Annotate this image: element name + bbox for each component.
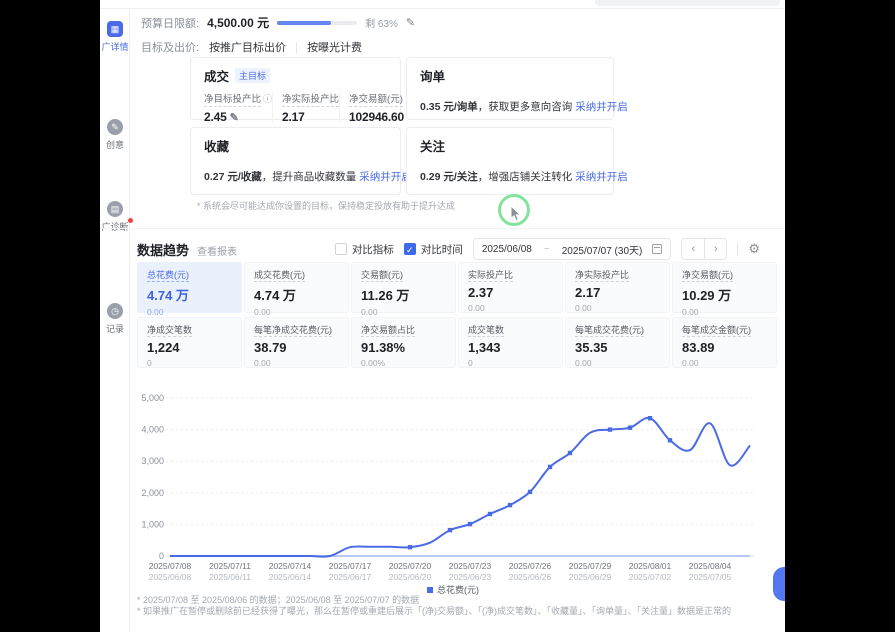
goal-note: * 系统会尽可能达成你设置的目标，保持稳定投放有助于提升达成: [197, 199, 455, 212]
campaign-detail-icon: ▦: [107, 21, 123, 37]
svg-text:2025/07/17: 2025/07/17: [329, 561, 372, 571]
top-scroll-pill: [595, 0, 780, 6]
primary-goal-badge: 主目标: [235, 68, 270, 83]
goal-card-deal: 成交 主目标 净目标投产比ⓘ 2.45✎ 净实际投产比 2.17 净交易额(元)…: [190, 57, 401, 120]
svg-text:2025/08/04: 2025/08/04: [689, 561, 732, 571]
svg-text:2025/07/11: 2025/07/11: [209, 561, 251, 571]
svg-text:4,000: 4,000: [141, 425, 164, 435]
gear-icon[interactable]: ⚙: [748, 241, 760, 257]
adopt-enable-link[interactable]: 采纳并开启: [575, 101, 628, 113]
budget-value: 4,500.00 元: [207, 14, 269, 31]
compare-time-checkbox[interactable]: ✓ 对比时间: [404, 242, 463, 257]
top-divider: [100, 8, 785, 9]
chart-footnote-2: * 如果推广在暂停或删除前已经获得了曝光，那么在暂停或重建后展示「(净)交易额」…: [137, 604, 731, 617]
metric-card-net-gmv-ratio[interactable]: 净交易额占比 91.38% 0.00%: [351, 317, 456, 368]
goal-card-inquiry: 询单 0.35 元/询单，获取更多意向咨询 采纳并开启: [406, 57, 614, 120]
svg-text:2025/07/02: 2025/07/02: [629, 572, 672, 582]
budget-remaining: 剩 63%: [365, 15, 398, 30]
legend-marker: [427, 587, 433, 593]
metric-card-net-roi[interactable]: 净实际投产比 2.17 0.00: [565, 262, 670, 313]
svg-text:2025/07/05: 2025/07/05: [689, 572, 732, 582]
svg-text:2,000: 2,000: [141, 488, 164, 498]
svg-text:2025/06/23: 2025/06/23: [449, 572, 492, 582]
svg-text:0: 0: [159, 551, 164, 561]
checkbox-checked-icon: ✓: [404, 243, 416, 255]
metric-cards: 总花费(元) 4.74 万 0.00 成交花费(元) 4.74 万 0.00 交…: [137, 262, 777, 368]
goal-bid-row: 目标及出价: 按推广目标出价 按曝光计费: [141, 39, 362, 55]
trend-chart: 01,0002,0003,0004,0005,0002025/07/082025…: [138, 386, 768, 582]
metric-card-gmv[interactable]: 交易额(元) 11.26 万 0.00: [351, 262, 456, 313]
adopt-enable-link[interactable]: 采纳并开启: [575, 171, 628, 183]
metric-card-deal-spend[interactable]: 成交花费(元) 4.74 万 0.00: [244, 262, 349, 313]
goal-bar-label: 目标及出价:: [141, 39, 199, 55]
metric-card-roi[interactable]: 实际投产比 2.37 0.00: [458, 262, 563, 313]
compare-metric-checkbox[interactable]: 对比指标: [335, 242, 394, 257]
svg-text:2025/06/11: 2025/06/11: [209, 572, 251, 582]
section-divider: [100, 228, 785, 229]
tab-bid-by-impression[interactable]: 按曝光计费: [307, 39, 362, 55]
metric-card-amount-per-order[interactable]: 每笔成交金额(元) 83.89 0.00: [672, 317, 777, 368]
svg-text:1,000: 1,000: [141, 519, 164, 529]
svg-text:2025/07/23: 2025/07/23: [449, 561, 492, 571]
svg-text:2025/07/14: 2025/07/14: [269, 561, 312, 571]
mouse-cursor: [510, 206, 524, 222]
metric-card-cost-per-net-order[interactable]: 每笔净成交花费(元) 38.79 0.00: [244, 317, 349, 368]
svg-text:5,000: 5,000: [141, 393, 164, 403]
sidebar-item-campaign-detail[interactable]: ▦ 广详情: [100, 21, 130, 53]
goal-card-favorite: 收藏 0.27 元/收藏，提升商品收藏数量 采纳并开启: [190, 127, 401, 195]
date-range-picker[interactable]: 2025/06/08 ~ 2025/07/07 (30天): [473, 238, 672, 260]
prev-period-button[interactable]: ‹: [682, 239, 704, 259]
notification-dot: [128, 218, 133, 223]
metric-card-cost-per-order[interactable]: 每笔成交花费(元) 35.35 0.00: [565, 317, 670, 368]
svg-text:2025/06/20: 2025/06/20: [389, 572, 432, 582]
trend-chart-area: 01,0002,0003,0004,0005,0002025/07/082025…: [138, 386, 768, 582]
trend-section-title: 数据趋势: [137, 240, 189, 259]
diagnosis-icon: ▤: [107, 201, 123, 217]
budget-edit-icon[interactable]: ✎: [406, 16, 415, 29]
svg-text:2025/07/29: 2025/07/29: [569, 561, 612, 571]
calendar-icon: [652, 244, 662, 254]
goal-card-title: 成交: [204, 66, 229, 85]
side-nav: ▦ 广详情 ✎ 创意 ▤ 广诊断 ◷ 记录: [100, 9, 130, 632]
metric-card-orders[interactable]: 成交笔数 1,343 0: [458, 317, 563, 368]
svg-text:2025/06/29: 2025/06/29: [569, 572, 612, 582]
checkbox-unchecked-icon: [335, 243, 347, 255]
svg-text:2025/08/01: 2025/08/01: [629, 561, 672, 571]
goal-cards: 成交 主目标 净目标投产比ⓘ 2.45✎ 净实际投产比 2.17 净交易额(元)…: [190, 57, 614, 195]
budget-progress-fill: [277, 21, 331, 25]
trend-controls: 对比指标 ✓ 对比时间 2025/06/08 ~ 2025/07/07 (30天…: [335, 238, 760, 260]
svg-text:2025/07/20: 2025/07/20: [389, 561, 432, 571]
metric-card-net-gmv[interactable]: 净交易额(元) 10.29 万 0.00: [672, 262, 777, 313]
sidebar-item-history[interactable]: ◷ 记录: [100, 303, 130, 335]
daily-budget-row: 预算日限额: 4,500.00 元 剩 63% ✎: [141, 14, 415, 31]
budget-label: 预算日限额:: [141, 15, 199, 31]
svg-text:2025/07/26: 2025/07/26: [509, 561, 552, 571]
svg-text:2025/06/26: 2025/06/26: [509, 572, 552, 582]
metric-card-net-orders[interactable]: 净成交笔数 1,224 0: [137, 317, 242, 368]
divider: [296, 42, 297, 53]
svg-text:2025/07/08: 2025/07/08: [149, 561, 192, 571]
floating-action-button[interactable]: [773, 567, 785, 601]
svg-text:2025/06/17: 2025/06/17: [329, 572, 372, 582]
creative-icon: ✎: [107, 119, 123, 135]
budget-progress-bar: [277, 21, 357, 25]
next-period-button[interactable]: ›: [704, 239, 726, 259]
metric-card-total-spend[interactable]: 总花费(元) 4.74 万 0.00: [137, 262, 242, 313]
svg-text:2025/06/08: 2025/06/08: [149, 572, 192, 582]
tab-bid-by-goal[interactable]: 按推广目标出价: [209, 39, 286, 55]
goal-card-follow: 关注 0.29 元/关注，增强店铺关注转化 采纳并开启: [406, 127, 614, 195]
svg-text:2025/06/14: 2025/06/14: [269, 572, 312, 582]
adopt-enable-link[interactable]: 采纳并开启: [359, 171, 412, 183]
svg-text:3,000: 3,000: [141, 456, 164, 466]
history-icon: ◷: [107, 303, 123, 319]
view-report-link[interactable]: 查看报表: [197, 243, 237, 258]
target-roi-edit-icon[interactable]: ✎: [230, 112, 239, 124]
divider: [737, 243, 738, 256]
app-panel: ▦ 广详情 ✎ 创意 ▤ 广诊断 ◷ 记录 预算日限额: 4,500.00 元 …: [100, 0, 785, 632]
sidebar-item-creative[interactable]: ✎ 创意: [100, 119, 130, 151]
info-icon[interactable]: ⓘ: [263, 94, 272, 104]
